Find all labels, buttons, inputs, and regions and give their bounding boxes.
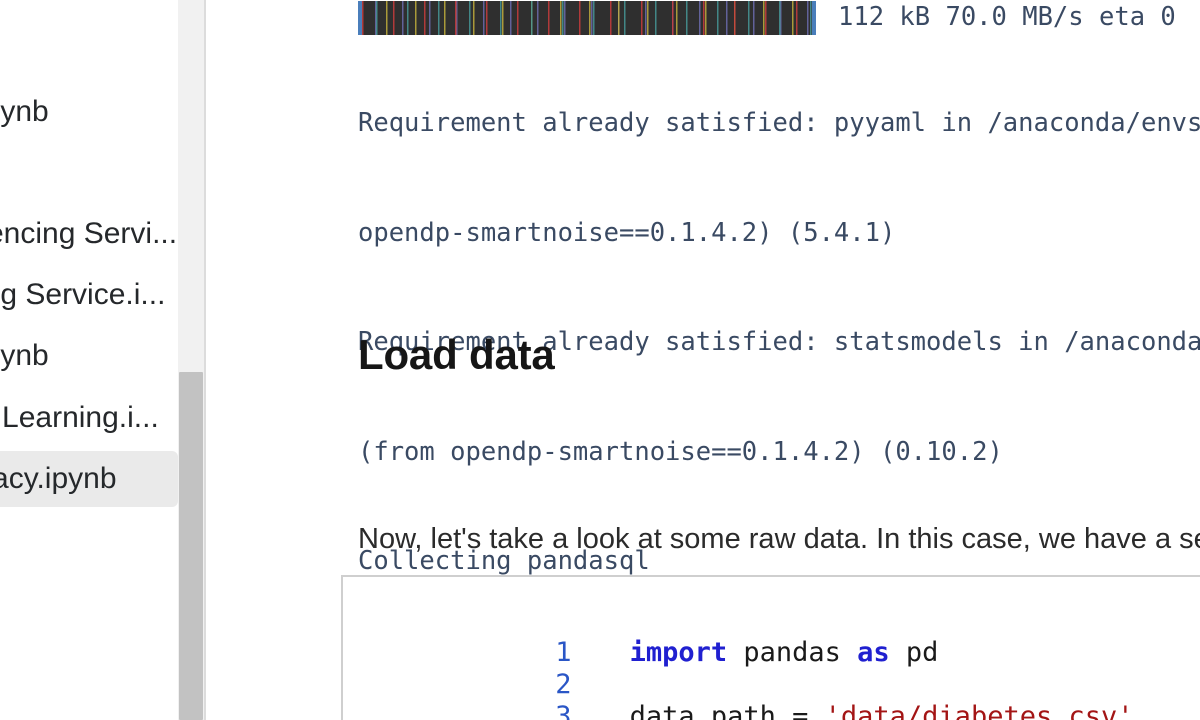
code-token-plain: pandas: [727, 637, 858, 668]
code-token-string: 'data/diabetes.csv': [824, 701, 1134, 720]
notebook-content-pane: 112 kB 70.0 MB/s eta 0 Requirement alrea…: [206, 0, 1200, 720]
pip-progress-row: 112 kB 70.0 MB/s eta 0: [358, 0, 1176, 36]
file-tree-item[interactable]: ...e Learning.i...: [0, 390, 178, 446]
terminal-line: opendp-smartnoise==0.1.4.2) (5.4.1): [358, 217, 896, 248]
file-tree-item[interactable]: ...ipynb: [0, 84, 178, 140]
code-token-plain: pd: [889, 637, 939, 668]
code-token-keyword: as: [857, 637, 890, 668]
vertical-scrollbar-thumb[interactable]: [179, 372, 203, 720]
terminal-line: Requirement already satisfied: pyyaml in…: [358, 108, 1200, 138]
progress-bar-right-edge: [812, 1, 816, 35]
file-tree-item-selected[interactable]: ...vacy.ipynb: [0, 451, 178, 507]
file-tree-item-label: ...ing Service.i...: [0, 278, 166, 311]
code-line: 1 import pandas as pd: [343, 605, 1200, 668]
code-token-keyword: import: [629, 637, 728, 668]
file-tree-item-label: ...e Learning.i...: [0, 401, 159, 434]
file-tree-item-label: ...vacy.ipynb: [0, 462, 117, 495]
file-tree-item[interactable]: .: [0, 575, 178, 631]
file-tree-item[interactable]: ...ipynb: [0, 328, 178, 384]
paragraph-line: Now, let's take a look at some raw data.…: [358, 523, 1200, 555]
file-tree-item[interactable]: ...rencing Servi...: [0, 206, 178, 262]
code-text: import pandas as pd: [572, 637, 939, 669]
file-tree-item[interactable]: ...ing Service.i...: [0, 267, 178, 323]
file-tree-sidebar: ...ipynb ...rencing Servi... ...ing Serv…: [0, 0, 178, 720]
notebook-window: ...ipynb ...rencing Servi... ...ing Serv…: [0, 0, 1200, 720]
code-token-plain: data_path =: [629, 701, 825, 720]
line-number: 3: [555, 701, 572, 720]
line-number: 1: [555, 637, 572, 668]
file-tree-item-label: ...ipynb: [0, 95, 49, 128]
code-editor-lines[interactable]: 1 import pandas as pd 2 3 data_path = 'dat…: [343, 605, 1200, 720]
file-tree-item-label: ...ipynb: [0, 339, 49, 372]
file-tree-item-label: ...rencing Servi...: [0, 217, 178, 250]
line-number: 2: [555, 669, 572, 700]
pip-progress-bar: [362, 1, 812, 35]
code-text: data_path = 'data/diabetes.csv': [572, 701, 1134, 720]
markdown-heading-load-data: Load data: [358, 331, 555, 378]
pip-progress-bar-wrap: [358, 0, 816, 35]
code-cell[interactable]: 1 import pandas as pd 2 3 data_path = 'dat…: [341, 575, 1200, 720]
